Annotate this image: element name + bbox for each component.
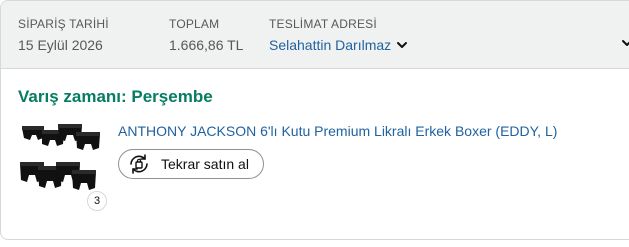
delivery-status: Varış zamanı: Perşembe: [18, 87, 213, 106]
order-total-value: 1.666,86 TL: [169, 37, 244, 53]
product-title-link[interactable]: ANTHONY JACKSON 6'lı Kutu Premium Likral…: [118, 121, 557, 141]
reorder-bag-icon: [130, 154, 148, 174]
ship-to-name: Selahattin Darılmaz: [269, 37, 392, 53]
ship-to-dropdown[interactable]: Selahattin Darılmaz: [269, 35, 409, 55]
order-date-value: 15 Eylül 2026: [18, 37, 103, 53]
order-total-column: TOPLAM 1.666,86 TL: [169, 16, 243, 55]
buy-again-label: Tekrar satın al: [161, 156, 249, 172]
quantity-badge: 3: [87, 191, 107, 211]
order-header: SİPARİŞ TARİHİ 15 Eylül 2026 TOPLAM 1.66…: [1, 1, 629, 69]
order-total-label: TOPLAM: [169, 17, 220, 31]
order-date-label: SİPARİŞ TARİHİ: [18, 17, 109, 31]
ship-to-column: TESLİMAT ADRESİ Selahattin Darılmaz: [269, 16, 409, 55]
ship-to-label: TESLİMAT ADRESİ: [269, 17, 377, 31]
buy-again-button[interactable]: Tekrar satın al: [118, 149, 264, 179]
chevron-down-icon: [397, 42, 408, 48]
order-card: SİPARİŞ TARİHİ 15 Eylül 2026 TOPLAM 1.66…: [0, 0, 629, 240]
order-date-column: SİPARİŞ TARİHİ 15 Eylül 2026: [18, 16, 109, 55]
chevron-down-icon[interactable]: [621, 37, 629, 51]
